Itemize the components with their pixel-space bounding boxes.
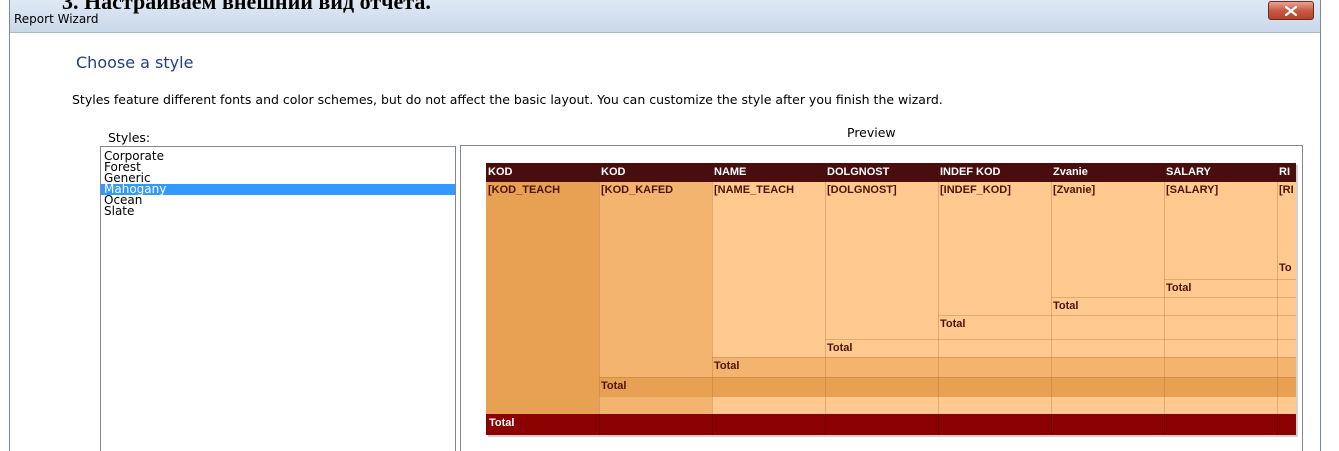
preview-field-cell: [INDEF_KOD] [940,184,1011,196]
preview-header-cell: SALARY [1164,163,1277,182]
preview-grid: KOD KOD NAME DOLGNOST INDEF KOD Zvanie SALARY R… [486,163,1296,435]
document-heading: 3. Настраиваем внешний вид отчета. [62,0,431,14]
preview-grand-total: Total [486,414,1296,435]
step-description: Styles feature different fonts and color… [72,92,943,107]
preview-total-label: Total [1166,282,1192,294]
preview-header-cell: NAME [712,163,825,182]
preview-total-label: Total [940,318,966,330]
style-item-corporate[interactable]: Corporate [101,150,455,162]
preview-header-cell: KOD [486,163,599,182]
preview-total-label: Total [714,360,740,372]
grand-total-separator [1164,414,1165,435]
preview-field-cell: [DOLGNOST] [827,184,897,196]
close-icon [1285,6,1297,16]
step-title: Choose a style [76,53,194,72]
grand-total-separator [938,414,939,435]
preview-field-cell: [KOD_KAFED [601,184,674,196]
preview-total-label: Total [601,380,627,392]
grand-total-separator [1277,414,1278,435]
preview-field-cell: [RI [1279,184,1294,196]
style-item-slate[interactable]: Slate [101,205,455,217]
preview-header-cell: DOLGNOST [825,163,938,182]
column-separator [1164,182,1165,414]
grand-total-separator [1051,414,1052,435]
column-separator [712,182,713,414]
style-item-forest[interactable]: Forest [101,161,455,173]
preview-total-partial: To [1279,262,1292,274]
style-item-mahogany[interactable]: Mahogany [101,183,455,195]
preview-header-cell: RI [1277,163,1296,182]
grand-total-separator [599,414,600,435]
preview-total-label: Total [1053,300,1079,312]
preview-field-cell: [NAME_TEACH [714,184,795,196]
style-preview: KOD KOD NAME DOLGNOST INDEF KOD Zvanie SALARY R… [460,145,1303,451]
preview-label: Preview [847,125,896,140]
preview-header-cell: Zvanie [1051,163,1164,182]
column-separator [938,182,939,414]
column-separator [825,182,826,414]
style-item-ocean[interactable]: Ocean [101,194,455,206]
preview-header-cell: INDEF KOD [938,163,1051,182]
grand-total-separator [712,414,713,435]
styles-label: Styles: [108,130,151,145]
preview-total-label: Total [827,342,853,354]
column-separator [1277,182,1278,414]
styles-listbox[interactable]: Corporate Forest Generic Mahogany Ocean … [100,146,456,451]
preview-report: KOD KOD NAME DOLGNOST INDEF KOD Zvanie SALARY R… [486,163,1296,435]
level1-column [486,182,599,414]
preview-field-cell: [SALARY] [1166,184,1219,196]
preview-field-cell: [Zvanie] [1053,184,1096,196]
preview-header-cell: KOD [599,163,712,182]
window-title: Report Wizard [14,12,99,26]
preview-field-cell: [KOD_TEACH [488,184,561,196]
grand-total-separator [825,414,826,435]
close-button[interactable] [1268,1,1314,20]
